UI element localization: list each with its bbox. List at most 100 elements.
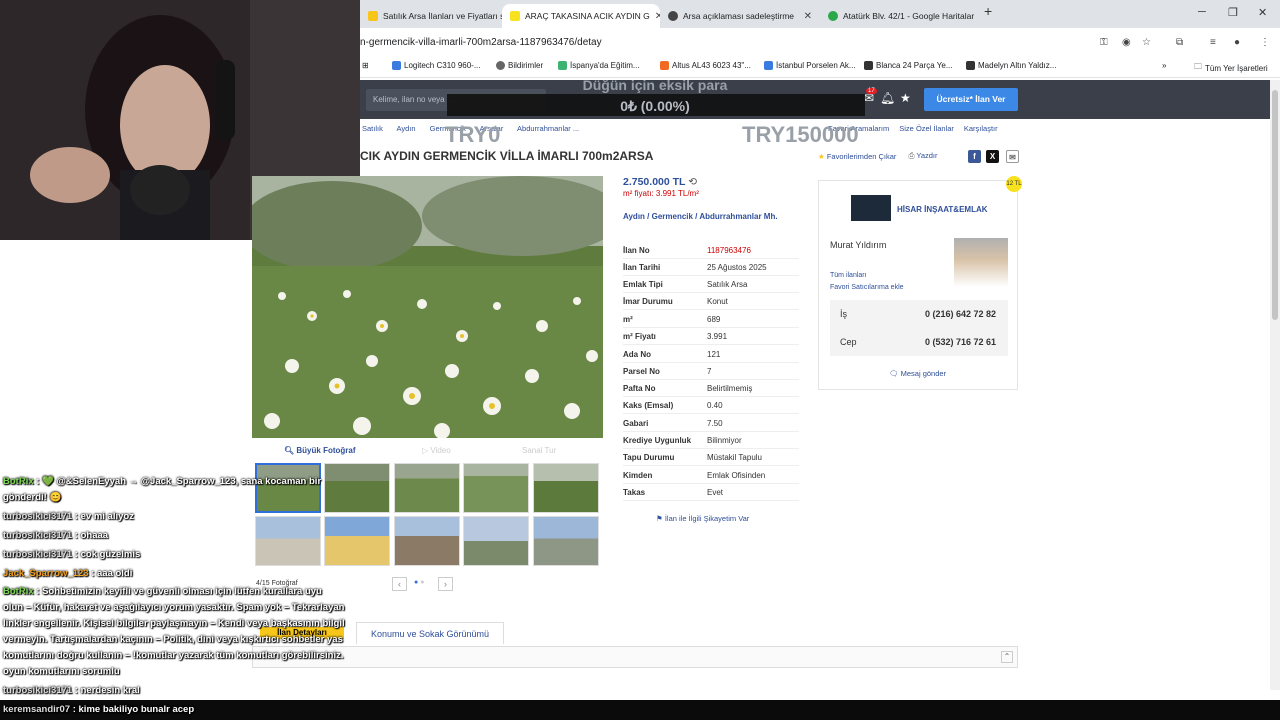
tab-3[interactable]: Arsa açıklaması sadeleştirme ✕ (660, 4, 820, 28)
price-history-icon[interactable]: ⟲ (688, 176, 697, 188)
bookmark-favicon (496, 61, 505, 70)
bookmark-3[interactable]: İspanya'da Eğitim... (558, 61, 640, 70)
free-ad-button[interactable]: Ücretsiz* İlan Ver (924, 88, 1018, 111)
all-bookmarks-label: Tüm Yer İşaretleri (1205, 63, 1268, 73)
notification-count-badge: 17 (866, 88, 877, 94)
bookmark-5[interactable]: İstanbul Porselen Ak... (764, 61, 856, 70)
next-page-icon[interactable]: › (438, 577, 453, 591)
bookmark-7[interactable]: Madelyn Altın Yaldız... (966, 61, 1056, 70)
bookmark-label: İspanya'da Eğitim... (570, 61, 640, 70)
collapse-icon[interactable]: ⌃ (1001, 651, 1013, 663)
add-favorite-seller-link[interactable]: Favori Satıcılarıma ekle (830, 284, 904, 291)
close-window-icon[interactable]: ✕ (1258, 6, 1267, 19)
magnifier-icon: 🔍︎ (284, 446, 295, 455)
prev-page-icon[interactable]: ‹ (392, 577, 407, 591)
chat-message: vermeyin. Tartışmalardan kaçının – Polit… (3, 634, 343, 645)
video-tab[interactable]: ▷ Video (422, 446, 451, 455)
chat-username: turbosikici3171 (3, 685, 73, 696)
tab-1[interactable]: Satılık Arsa İlanları ve Fiyatları s (360, 4, 502, 28)
store-name[interactable]: HİSAR İNŞAAT&EMLAK (897, 205, 988, 214)
close-icon[interactable]: ✕ (804, 11, 812, 22)
maximize-icon[interactable]: ❐ (1228, 6, 1238, 19)
x-icon[interactable]: X (986, 150, 999, 163)
photo-thumbnail[interactable] (533, 516, 599, 566)
star-icon[interactable]: ☆ (1142, 37, 1151, 48)
detail-value: 1187963476 (707, 246, 751, 255)
photo-thumbnail[interactable] (463, 463, 529, 513)
bookmark-2[interactable]: Bildirimler (496, 61, 543, 70)
complaint-link[interactable]: ⚑ İlan ile İlgili Şikayetim Var (656, 514, 749, 523)
bell-icon[interactable]: 🔔︎ (880, 91, 895, 105)
detail-key: m² (623, 315, 633, 324)
page-dots: ● ● (414, 579, 425, 586)
photo-thumbnail[interactable] (394, 516, 460, 566)
breadcrumb-item[interactable]: Abdurrahmanlar ... (517, 124, 579, 133)
tab-label: Arsa açıklaması sadeleştirme (683, 11, 795, 21)
virtual-tour-label: Sanal Tur (522, 446, 557, 455)
avatar (954, 238, 1008, 292)
complaint-label: İlan ile İlgili Şikayetim Var (664, 514, 750, 523)
tab-location[interactable]: Konumu ve Sokak Görünümü (356, 622, 504, 644)
chat-text: : nerdesin kral (72, 685, 140, 696)
detail-value: Satılık Arsa (707, 280, 748, 289)
close-icon[interactable]: ✕ (979, 11, 980, 22)
play-icon: ▷ (422, 446, 429, 455)
chat-text: : aaa oldi (88, 568, 133, 579)
send-message-link[interactable]: 🗨︎ Mesaj gönder (889, 369, 946, 378)
bookmark-4[interactable]: Altus AL43 6023 43"... (660, 61, 751, 70)
virtual-tour-tab[interactable]: Sanal Tur (522, 446, 556, 455)
detail-value: Evet (707, 488, 724, 497)
chat-message: turbosikici3171 : ohaaa (3, 530, 108, 541)
all-bookmarks[interactable]: 🗀 Tüm Yer İşaretleri (1194, 61, 1268, 75)
scrollbar-thumb[interactable] (1272, 90, 1278, 320)
menu-icon[interactable]: ⋮ (1260, 37, 1270, 48)
media-icon[interactable]: ≡ (1210, 37, 1216, 48)
chat-text: olun – Küfür, hakaret ve aşağılayıcı yor… (3, 602, 345, 613)
bookmark-1[interactable]: Logitech C310 960-... (392, 61, 481, 70)
all-ads-link[interactable]: Tüm ilanları (830, 272, 867, 279)
scrollbar[interactable] (1270, 80, 1280, 690)
chat-text: : ohaaa (72, 530, 109, 541)
new-tab-button[interactable]: + (984, 3, 992, 19)
flag-icon: ⚑ (656, 514, 663, 523)
store-logo[interactable] (851, 195, 891, 221)
apps-icon[interactable]: ⊞ (362, 61, 369, 70)
print-link[interactable]: ⎙ Yazdır (908, 151, 937, 161)
description-header: ⌃ (252, 646, 1018, 668)
detail-value: Konut (707, 297, 728, 306)
photo-thumbnail[interactable] (533, 463, 599, 513)
detail-row: İmar Durumu Konut (623, 293, 799, 310)
coin-badge: 12 TL (1006, 176, 1022, 192)
minimize-icon[interactable]: ─ (1198, 6, 1206, 18)
nav-special-ads[interactable]: Size Özel İlanlar (899, 124, 954, 133)
url-field[interactable]: n-germencik-villa-imarli-700m2arsa-11879… (360, 37, 602, 48)
photo-thumbnail[interactable] (394, 463, 460, 513)
key-icon[interactable]: ⚿ (1100, 37, 1108, 48)
phone-number[interactable]: 0 (216) 642 72 82 (925, 309, 996, 319)
tab-2[interactable]: ARAÇ TAKASINA ACIK AYDIN G ✕ (502, 4, 660, 28)
breadcrumb-item[interactable]: Satılık (362, 124, 383, 133)
chat-message: BotRix : Sohbetimizin keyifli ve güvenli… (3, 586, 322, 597)
chat-message: keremsandir07 : kime bakiliyo bunalr ace… (3, 704, 194, 715)
eye-off-icon[interactable]: ◉ (1122, 37, 1131, 48)
detail-row: Tapu Durumu Müstakil Tapulu (623, 449, 799, 466)
tab-4[interactable]: Atatürk Blv. 42/1 - Google Haritalar ✕ (820, 4, 980, 28)
profile-icon[interactable]: ● (1234, 37, 1240, 48)
extensions-icon[interactable]: ⧉ (1176, 37, 1183, 48)
chat-username: Jack_Sparrow_123 (3, 568, 89, 579)
breadcrumb-item[interactable]: Aydın (397, 124, 416, 133)
remove-favorite-link[interactable]: ★ Favorilerimden Çıkar (818, 152, 896, 161)
more-bookmarks-icon[interactable]: » (1162, 61, 1166, 70)
bookmark-6[interactable]: Blanca 24 Parça Ye... (864, 61, 953, 70)
phone-number[interactable]: 0 (532) 716 72 61 (925, 337, 996, 347)
main-photo[interactable] (252, 176, 603, 438)
big-photo-tab[interactable]: 🔍︎ Büyük Fotoğraf (284, 446, 356, 455)
photo-thumbnail[interactable] (463, 516, 529, 566)
location-link[interactable]: Aydın / Germencik / Abdurrahmanlar Mh. (623, 212, 793, 222)
favorites-star-icon[interactable]: ★ (900, 91, 911, 105)
facebook-icon[interactable]: f (968, 150, 981, 163)
tab-label: ARAÇ TAKASINA ACIK AYDIN G (525, 11, 650, 21)
nav-compare[interactable]: Karşılaştır (964, 124, 998, 133)
mail-icon[interactable]: ✉ (1006, 150, 1019, 163)
tab-label: Atatürk Blv. 42/1 - Google Haritalar (843, 11, 975, 21)
